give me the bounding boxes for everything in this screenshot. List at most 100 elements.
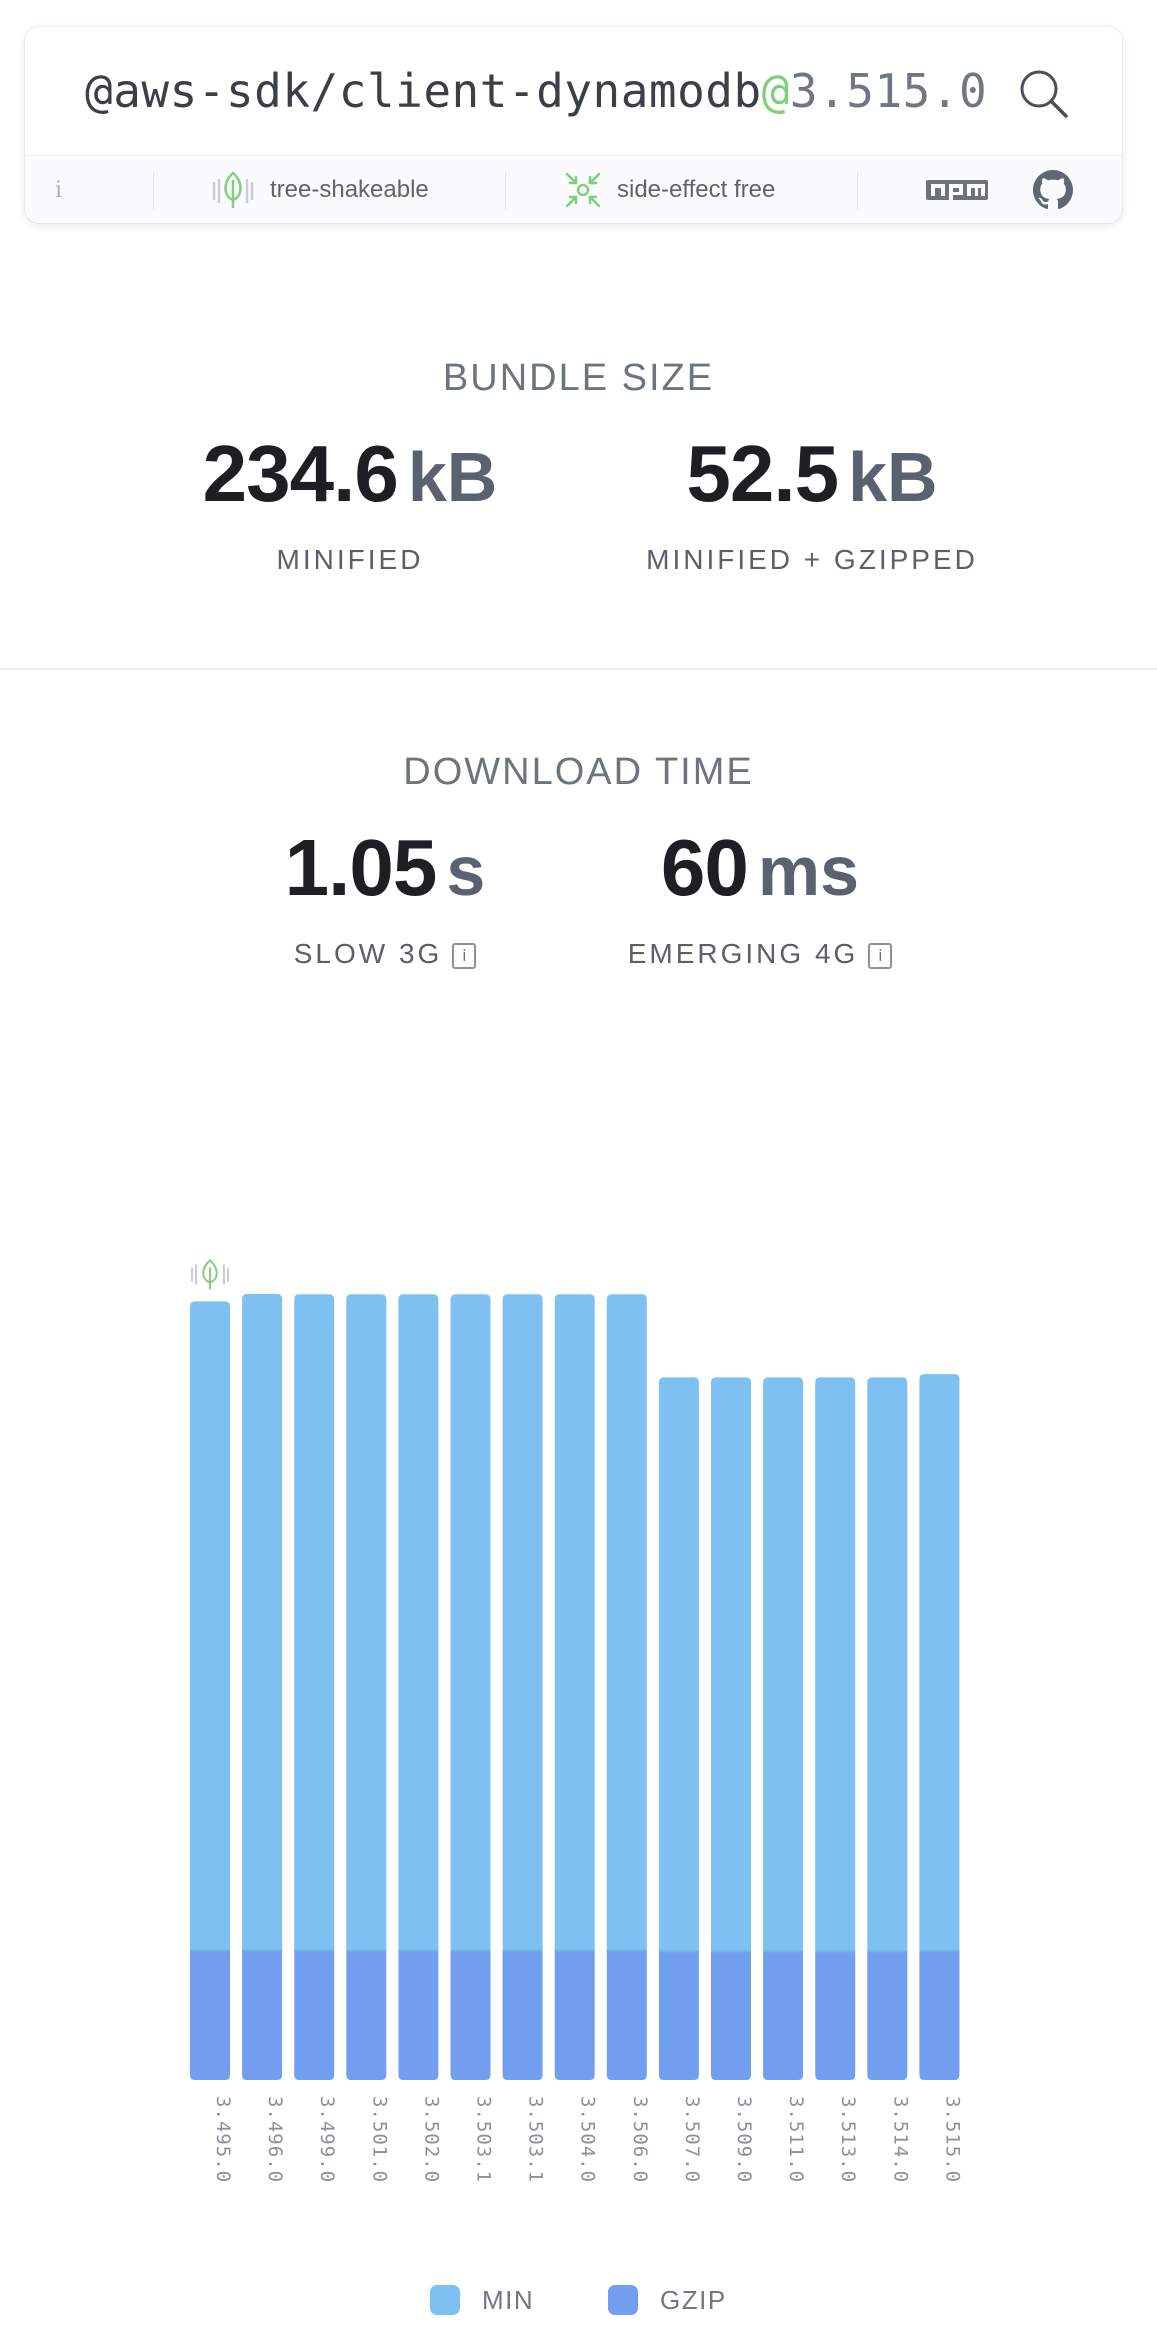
bar-3.495.0[interactable]: [190, 1301, 230, 2080]
bar-3.503.1[interactable]: [502, 1294, 543, 2080]
legend-item-min: MIN: [430, 2283, 534, 2317]
search-input[interactable]: @aws-sdk/client-dynamodb@3.515.0: [85, 61, 987, 121]
download-time-title: DOWNLOAD TIME: [403, 751, 754, 793]
bar-segment-min[interactable]: [294, 1294, 335, 1951]
legend-swatch-min: [430, 2285, 460, 2315]
bar-segment-min[interactable]: [190, 1301, 230, 1951]
bar-segment-gzip[interactable]: [658, 1951, 699, 2080]
bar-segment-min[interactable]: [711, 1377, 751, 1952]
tree-shakeable-icon: [212, 171, 254, 208]
x-tick-label: 3.513.0: [837, 2096, 859, 2183]
bar-3.509.0[interactable]: [711, 1377, 751, 2080]
bar-3.513.0[interactable]: [815, 1377, 856, 2080]
bar-segment-divider: [294, 1949, 335, 1952]
side-effect-free-icon: [565, 172, 601, 208]
bar-3.504.0[interactable]: [554, 1294, 595, 2080]
github-link[interactable]: [1033, 156, 1073, 223]
version-history-chart: 3.495.0 3.496.0 3.499.0 3.501.0 3.502.0 3.503…: [190, 1259, 963, 2183]
bar-segment-gzip[interactable]: [867, 1951, 908, 2080]
bar-3.502.0[interactable]: [398, 1294, 439, 2080]
bar-segment-min[interactable]: [346, 1294, 387, 1951]
bar-segment-min[interactable]: [815, 1377, 856, 1952]
info-icon: i: [55, 177, 63, 203]
bar-segment-divider: [502, 1949, 543, 1952]
meta-divider: [505, 172, 506, 210]
tree-shakeable-label: tree-shakeable: [270, 176, 429, 203]
x-tick-label: 3.504.0: [577, 2096, 599, 2183]
x-tick-label: 3.496.0: [264, 2096, 286, 2183]
bar-3.507.0[interactable]: [658, 1377, 699, 2080]
x-tick-label: 3.507.0: [681, 2096, 703, 2183]
x-tick-label: 3.499.0: [316, 2096, 338, 2183]
x-tick-label: 3.495.0: [212, 2096, 234, 2183]
bar-segment-divider: [242, 1949, 283, 1952]
bar-segment-min[interactable]: [398, 1294, 439, 1951]
search-icon[interactable]: [1015, 65, 1071, 121]
slow-3g-label: SLOW 3G: [293, 938, 443, 969]
bar-segment-gzip[interactable]: [242, 1950, 283, 2080]
x-tick-label: 3.511.0: [785, 2096, 807, 2183]
bar-segment-min[interactable]: [658, 1377, 699, 1952]
bar-segment-gzip[interactable]: [294, 1950, 335, 2080]
bar-segment-gzip[interactable]: [502, 1950, 543, 2080]
bar-segment-gzip[interactable]: [450, 1950, 491, 2080]
gzipped-value: 52.5: [686, 429, 839, 518]
bar-segment-gzip[interactable]: [554, 1950, 595, 2080]
bar-3.501.0[interactable]: [346, 1294, 387, 2080]
emerging-4g-value: 60: [660, 823, 749, 912]
bar-segment-min[interactable]: [606, 1294, 647, 1951]
side-effect-free-badge: side-effect free: [563, 156, 775, 223]
bar-segment-gzip[interactable]: [606, 1950, 647, 2080]
bar-3.506.0[interactable]: [606, 1294, 647, 2080]
bar-segment-gzip[interactable]: [711, 1951, 751, 2080]
npm-link[interactable]: [925, 156, 989, 223]
bar-segment-gzip[interactable]: [346, 1950, 387, 2080]
bar-segment-min[interactable]: [502, 1294, 543, 1951]
bar-segment-min[interactable]: [242, 1294, 283, 1951]
x-tick-label: 3.502.0: [420, 2096, 442, 2183]
github-icon: [1033, 170, 1073, 210]
tree-shakeable-badge: tree-shakeable: [210, 156, 429, 223]
bar-segment-min[interactable]: [867, 1377, 908, 1952]
bar-segment-gzip[interactable]: [815, 1951, 856, 2080]
bar-3.503.1[interactable]: [450, 1294, 491, 2080]
bar-segment-min[interactable]: [450, 1294, 491, 1951]
bar-3.515.0[interactable]: [919, 1374, 960, 2080]
slow-3g-stat: 1.05 s SLOW 3G i: [235, 822, 535, 970]
side-effect-free-label: side-effect free: [617, 176, 776, 203]
minified-label: MINIFIED: [276, 544, 424, 575]
bundle-size-title: BUNDLE SIZE: [442, 357, 715, 399]
emerging-4g-unit: ms: [757, 832, 860, 910]
bar-segment-divider: [815, 1950, 856, 1953]
bar-3.514.0[interactable]: [867, 1377, 908, 2080]
emerging-4g-info-icon[interactable]: i: [868, 942, 893, 969]
legend-swatch-gzip: [608, 2285, 638, 2315]
slow-3g-info-icon[interactable]: i: [452, 942, 477, 969]
x-tick-label: 3.501.0: [368, 2096, 390, 2183]
legend-label-gzip: GZIP: [660, 2284, 727, 2315]
bar-segment-divider: [711, 1950, 751, 1953]
bar-segment-divider: [190, 1949, 230, 1952]
package-meta-bar: i tree-shakeable side-effect free: [25, 155, 1122, 223]
bar-3.499.0[interactable]: [294, 1294, 335, 2080]
bar-3.511.0[interactable]: [763, 1377, 804, 2080]
minified-stat: 234.6 kB MINIFIED: [150, 428, 550, 576]
bar-segment-gzip[interactable]: [763, 1951, 804, 2080]
emerging-4g-label: EMERGING 4G: [627, 938, 859, 969]
bar-segment-gzip[interactable]: [398, 1950, 439, 2080]
version-separator: @: [761, 64, 790, 118]
info-badge[interactable]: i: [55, 156, 155, 223]
bar-segment-min[interactable]: [763, 1377, 804, 1952]
bar-segment-min[interactable]: [919, 1374, 960, 1951]
npm-icon: [926, 180, 988, 200]
bar-segment-divider: [867, 1950, 908, 1953]
bar-segment-gzip[interactable]: [919, 1950, 960, 2080]
bar-3.496.0[interactable]: [242, 1294, 283, 2080]
bar-segment-min[interactable]: [554, 1294, 595, 1951]
bar-segment-divider: [763, 1950, 804, 1953]
x-tick-label: 3.503.1: [473, 2096, 495, 2183]
package-version: 3.515.0: [789, 64, 988, 118]
bar-segment-gzip[interactable]: [190, 1950, 230, 2080]
x-tick-label: 3.515.0: [941, 2096, 963, 2183]
search-row: @aws-sdk/client-dynamodb@3.515.0: [25, 27, 1122, 155]
